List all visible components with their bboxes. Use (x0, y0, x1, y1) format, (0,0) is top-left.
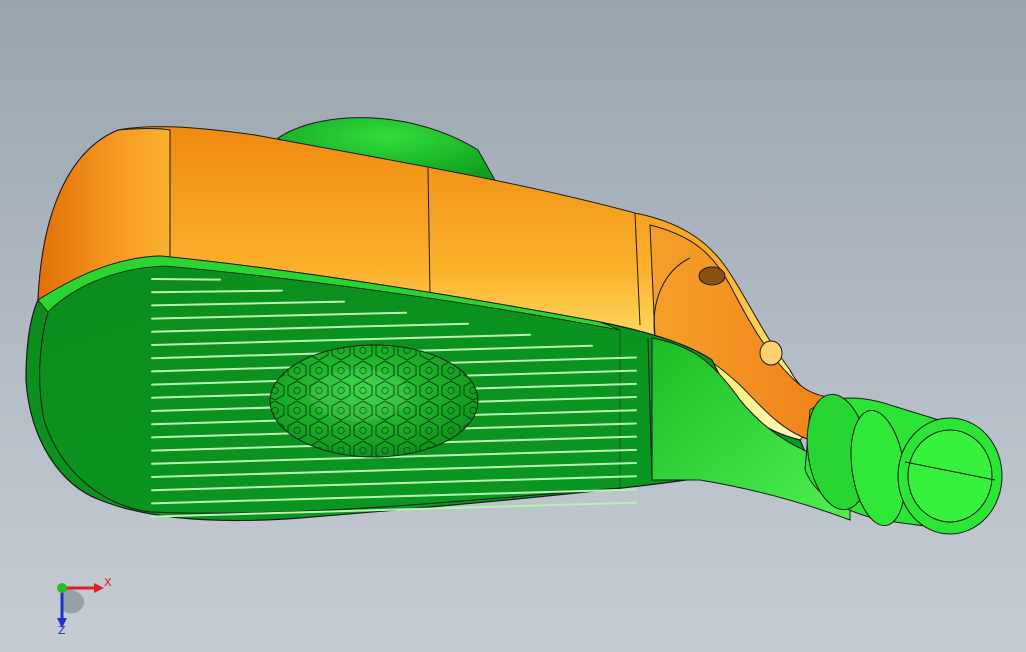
hosel-hole-1 (698, 266, 726, 286)
hosel-hole-2 (759, 340, 783, 366)
z-axis-label: Z (58, 624, 66, 636)
x-axis-label: X (104, 576, 112, 589)
golf-ball-dimple-pattern-icon[interactable] (269, 344, 479, 458)
hosel-bore-inner (907, 429, 993, 523)
x-axis-arrowhead (94, 583, 104, 593)
coordinate-triad: X Z (57, 576, 112, 636)
club-head-model[interactable] (0, 0, 1026, 652)
graphics-viewport[interactable]: X Z (0, 0, 1026, 652)
y-axis-dot (57, 583, 67, 593)
face-groove (151, 278, 221, 281)
triad-shadow (62, 588, 85, 614)
